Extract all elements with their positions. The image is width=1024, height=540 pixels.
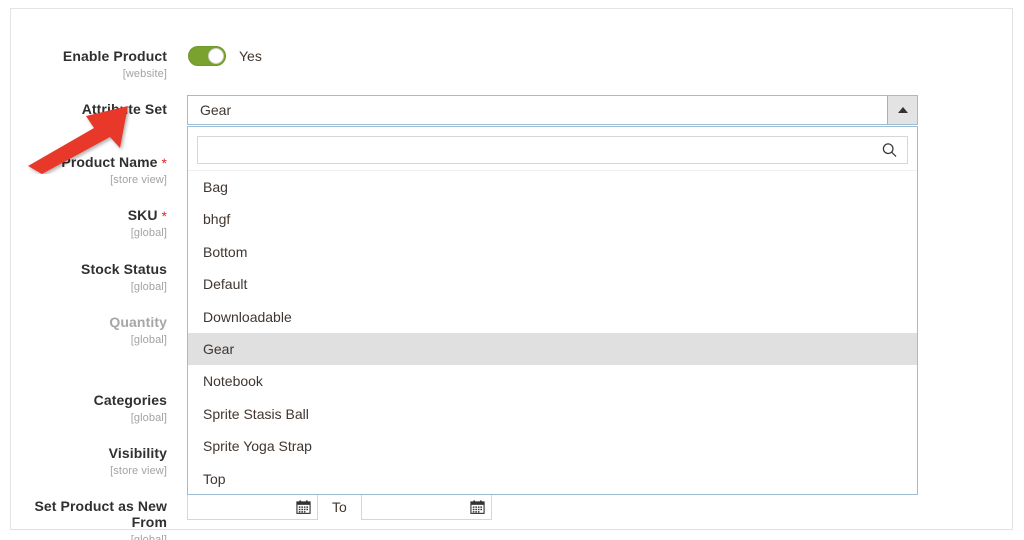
- dropdown-option[interactable]: Notebook: [188, 365, 917, 397]
- dropdown-search-row: [188, 127, 917, 171]
- set-product-new-from-field[interactable]: [187, 493, 318, 520]
- dropdown-option[interactable]: Downloadable: [188, 301, 917, 333]
- dropdown-option[interactable]: bhgf: [188, 203, 917, 235]
- toggle-knob: [208, 48, 224, 64]
- attribute-set-option-list: Bag bhgf Bottom Default Downloadable Gea…: [188, 171, 917, 495]
- caret-up-icon: [897, 107, 908, 113]
- label-attribute-set: Attribute Set: [0, 101, 167, 119]
- label-categories: Categories [global]: [0, 392, 167, 425]
- label-product-name: Product Name * [store view]: [0, 154, 167, 187]
- label-text: Visibility: [108, 445, 167, 461]
- date-range-separator-label: To: [332, 498, 347, 515]
- label-set-product-as-new-from: Set Product as New From [global]: [0, 498, 167, 540]
- label-text: Categories: [93, 392, 167, 408]
- label-scope: [global]: [130, 227, 167, 240]
- dropdown-option[interactable]: Default: [188, 268, 917, 300]
- dropdown-option[interactable]: Sprite Stasis Ball: [188, 398, 917, 430]
- attribute-set-dropdown-toggle[interactable]: [887, 96, 917, 124]
- label-sku: SKU * [global]: [0, 207, 167, 240]
- attribute-set-search-input[interactable]: [198, 137, 907, 163]
- set-product-new-from-input[interactable]: [188, 493, 297, 520]
- required-asterisk: *: [161, 207, 167, 224]
- attribute-set-select[interactable]: Gear: [187, 95, 918, 125]
- required-asterisk: *: [161, 154, 167, 171]
- label-scope: [global]: [130, 281, 167, 294]
- dropdown-search-field[interactable]: [197, 136, 908, 164]
- label-text: Enable Product: [62, 48, 167, 64]
- label-quantity: Quantity [global]: [0, 314, 167, 347]
- label-text: Quantity: [109, 314, 167, 330]
- search-icon[interactable]: [882, 143, 897, 158]
- label-scope: [store view]: [110, 174, 167, 187]
- label-visibility: Visibility [store view]: [0, 445, 167, 478]
- label-text: Product Name: [61, 154, 158, 170]
- set-product-new-to-input[interactable]: [361, 493, 471, 520]
- enable-product-toggle-group: Yes: [188, 46, 262, 66]
- attribute-set-selected-value: Gear: [200, 102, 232, 118]
- label-text: Attribute Set: [81, 101, 167, 117]
- label-text: Stock Status: [81, 261, 167, 277]
- label-enable-product: Enable Product [website]: [0, 48, 167, 81]
- label-text: Set Product as New From: [34, 498, 167, 531]
- label-scope: [global]: [130, 412, 167, 425]
- label-scope: [global]: [130, 334, 167, 347]
- dropdown-option[interactable]: Bag: [188, 171, 917, 203]
- label-text: SKU: [127, 207, 158, 223]
- label-scope: [website]: [122, 68, 167, 81]
- set-product-new-to-field[interactable]: [360, 493, 492, 520]
- toggle-state-label: Yes: [239, 48, 262, 64]
- label-scope: [global]: [0, 534, 167, 540]
- product-edit-form-screen: Enable Product [website] Attribute Set P…: [0, 0, 1024, 540]
- calendar-icon[interactable]: [296, 499, 311, 514]
- label-stock-status: Stock Status [global]: [0, 261, 167, 294]
- set-product-new-date-row: To: [187, 493, 492, 520]
- label-scope: [store view]: [110, 465, 167, 478]
- dropdown-option[interactable]: Bottom: [188, 236, 917, 268]
- dropdown-option[interactable]: Top: [188, 463, 917, 495]
- dropdown-option[interactable]: Sprite Yoga Strap: [188, 430, 917, 462]
- enable-product-toggle[interactable]: [188, 46, 226, 66]
- dropdown-option-selected[interactable]: Gear: [188, 332, 917, 366]
- calendar-icon[interactable]: [470, 499, 485, 514]
- attribute-set-dropdown-panel: Bag bhgf Bottom Default Downloadable Gea…: [187, 126, 918, 495]
